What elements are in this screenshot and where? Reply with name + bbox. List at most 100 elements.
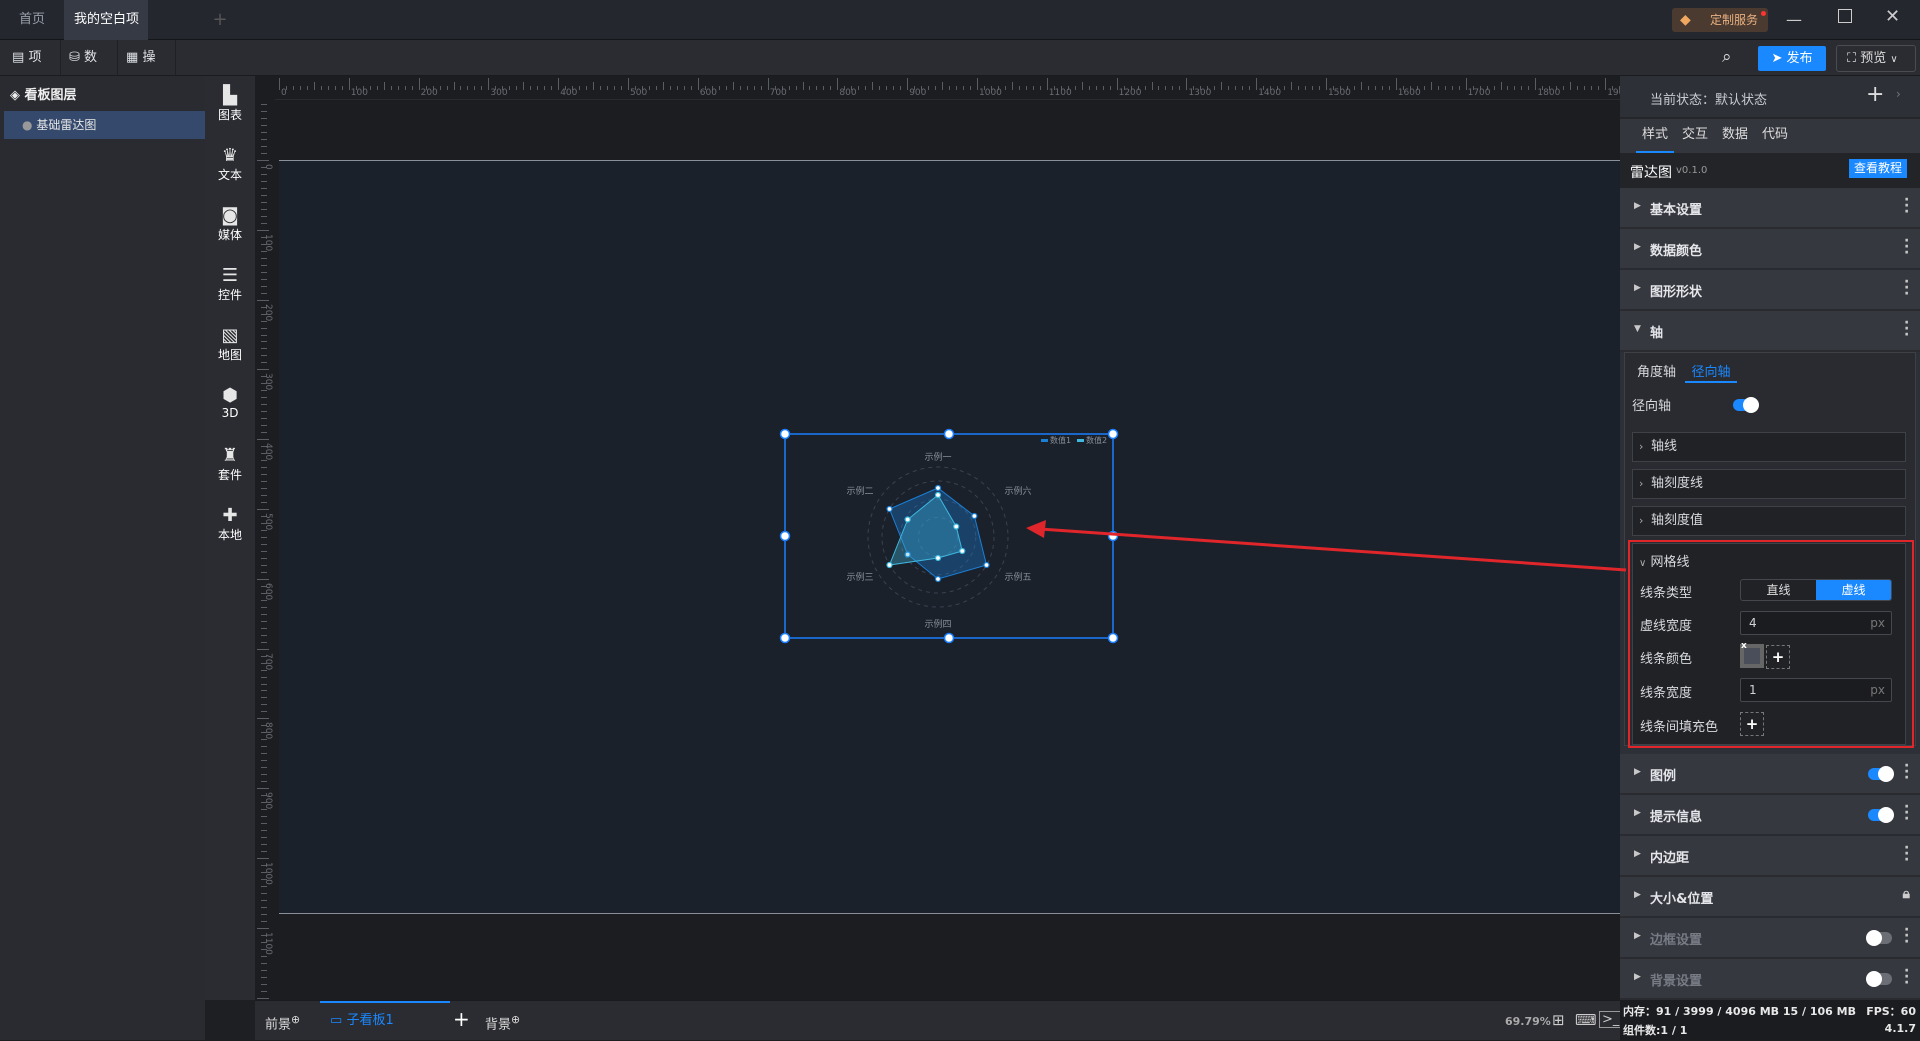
resize-handle[interactable] bbox=[779, 530, 791, 542]
restore-icon[interactable] bbox=[1838, 9, 1852, 23]
resize-handle[interactable] bbox=[779, 428, 791, 440]
board-tab-active[interactable]: ▭ 子看板1 bbox=[320, 1001, 450, 1041]
tab-data[interactable]: 数据 bbox=[1716, 119, 1754, 151]
search-icon[interactable]: ⌕ bbox=[1722, 47, 1732, 67]
section-数据颜色[interactable]: ▶ 数据颜色 · · · bbox=[1620, 229, 1920, 270]
radial-axis-toggle[interactable] bbox=[1733, 397, 1759, 413]
component-bar-chart[interactable]: ▙ 图表 bbox=[205, 86, 255, 123]
component-camera[interactable]: ◙ 媒体 bbox=[205, 206, 255, 243]
add-circle-icon[interactable]: ⊕ bbox=[291, 1013, 300, 1026]
remove-color-icon[interactable]: x bbox=[1741, 641, 1747, 651]
resize-handle[interactable] bbox=[1107, 632, 1119, 644]
more-icon[interactable]: · · · bbox=[1904, 275, 1909, 301]
subsection-轴刻度线[interactable]: › 轴刻度线 bbox=[1632, 469, 1906, 499]
close-icon[interactable]: ✕ bbox=[1885, 6, 1900, 27]
data-point[interactable] bbox=[934, 575, 942, 583]
menu-project[interactable]: ▤ 项目 ∨ bbox=[4, 40, 61, 101]
zoom-level[interactable]: 69.79% bbox=[1505, 1015, 1551, 1028]
publish-button[interactable]: ➤ 发布 bbox=[1758, 46, 1826, 71]
data-point[interactable] bbox=[971, 512, 978, 520]
tab-style[interactable]: 样式 bbox=[1636, 119, 1674, 153]
legend-label[interactable]: 数值1 bbox=[1050, 435, 1071, 445]
more-icon[interactable]: · · · bbox=[1904, 234, 1909, 260]
tab-code[interactable]: 代码 bbox=[1756, 119, 1794, 151]
subsection-轴刻度值[interactable]: › 轴刻度值 bbox=[1632, 506, 1906, 536]
minimize-icon[interactable]: — bbox=[1786, 10, 1802, 29]
section-toggle[interactable] bbox=[1866, 971, 1892, 987]
option-dashed[interactable]: 虚线 bbox=[1816, 580, 1891, 600]
data-point[interactable] bbox=[959, 547, 966, 555]
resize-handle[interactable] bbox=[1107, 428, 1119, 440]
tutorial-button[interactable]: 查看教程 bbox=[1849, 159, 1907, 178]
chevron-right-icon[interactable]: › bbox=[1896, 87, 1901, 101]
console-icon[interactable]: >_ bbox=[1599, 1011, 1623, 1028]
data-point[interactable] bbox=[953, 523, 960, 530]
component-map[interactable]: ▧ 地图 bbox=[205, 326, 255, 363]
section-图形形状[interactable]: ▶ 图形形状 · · · bbox=[1620, 270, 1920, 311]
menu-operate[interactable]: ▦ 操作 ∨ bbox=[118, 40, 176, 101]
add-tab-button[interactable]: + bbox=[205, 0, 235, 40]
tab-home[interactable]: 首页 bbox=[0, 0, 64, 40]
more-icon[interactable]: · · · bbox=[1904, 759, 1909, 785]
section-边框设置[interactable]: ▶ 边框设置 · · · bbox=[1620, 918, 1920, 959]
section-axis[interactable]: ▼ 轴 · · · bbox=[1620, 311, 1920, 352]
legend-label[interactable]: 数值2 bbox=[1086, 435, 1107, 445]
tab-radial-axis[interactable]: 径向轴 bbox=[1685, 361, 1737, 383]
subsection-轴线[interactable]: › 轴线 bbox=[1632, 432, 1906, 462]
add-board-button[interactable]: + bbox=[453, 1007, 470, 1031]
more-icon[interactable]: · · · bbox=[1904, 316, 1909, 342]
data-point[interactable] bbox=[934, 491, 942, 499]
add-circle-icon[interactable]: ⊕ bbox=[511, 1013, 520, 1026]
component-shirt[interactable]: ♜ 套件 bbox=[205, 446, 255, 483]
resize-handle[interactable] bbox=[779, 632, 791, 644]
add-state-button[interactable]: + bbox=[1866, 82, 1884, 107]
section-图例[interactable]: ▶ 图例 · · · bbox=[1620, 754, 1920, 795]
tab-angle-axis[interactable]: 角度轴 bbox=[1637, 361, 1676, 380]
add-fill-color-button[interactable]: + bbox=[1740, 712, 1764, 736]
section-基本设置[interactable]: ▶ 基本设置 · · · bbox=[1620, 188, 1920, 229]
more-icon[interactable]: · · · bbox=[1904, 841, 1909, 867]
dash-width-input[interactable]: 4 px bbox=[1740, 611, 1892, 635]
data-point[interactable] bbox=[886, 505, 893, 513]
tab-my-project[interactable]: 我的空白项目 bbox=[64, 0, 148, 67]
foreground-tab[interactable]: 前景⊕ bbox=[265, 1013, 300, 1032]
data-point[interactable] bbox=[934, 554, 942, 562]
section-toggle[interactable] bbox=[1866, 930, 1892, 946]
section-内边距[interactable]: ▶ 内边距 · · · bbox=[1620, 836, 1920, 877]
resize-handle[interactable] bbox=[943, 428, 955, 440]
radar-chart[interactable]: 示例一示例二示例三示例四 示例五 示例六 数值1 数值2 bbox=[255, 76, 1620, 1000]
section-提示信息[interactable]: ▶ 提示信息 · · · bbox=[1620, 795, 1920, 836]
section-背景设置[interactable]: ▶ 背景设置 · · · bbox=[1620, 959, 1920, 1000]
option-solid[interactable]: 直线 bbox=[1741, 580, 1816, 600]
preview-button[interactable]: ⛶ 预览 ∨ bbox=[1836, 45, 1916, 72]
resize-handle[interactable] bbox=[1107, 530, 1119, 542]
layer-item[interactable]: ● 基础雷达图 bbox=[4, 111, 205, 139]
tab-interaction[interactable]: 交互 bbox=[1676, 119, 1714, 151]
section-大小&位置[interactable]: ▶ 大小&位置 🔒︎ bbox=[1620, 877, 1920, 918]
data-point[interactable] bbox=[886, 561, 893, 569]
component-crown[interactable]: ♛ 文本 bbox=[205, 146, 255, 183]
section-toggle[interactable] bbox=[1868, 766, 1894, 782]
lock-icon[interactable]: 🔒︎ bbox=[1903, 886, 1910, 902]
fit-screen-icon[interactable]: ⊞ bbox=[1552, 1011, 1565, 1029]
background-tab[interactable]: 背景⊕ bbox=[485, 1013, 520, 1032]
more-icon[interactable]: · · · bbox=[1904, 923, 1909, 949]
resize-handle[interactable] bbox=[943, 632, 955, 644]
menu-data[interactable]: ⛁ 数据 ∨ bbox=[61, 40, 118, 101]
data-point[interactable] bbox=[934, 484, 942, 492]
more-icon[interactable]: · · · bbox=[1904, 800, 1909, 826]
line-width-input[interactable]: 1 px bbox=[1740, 678, 1892, 702]
more-icon[interactable]: · · · bbox=[1904, 193, 1909, 219]
component-puzzle[interactable]: ✚ 本地 bbox=[205, 506, 255, 543]
keyboard-icon[interactable]: ⌨ bbox=[1575, 1011, 1597, 1029]
more-icon[interactable]: · · · bbox=[1904, 964, 1909, 990]
section-toggle[interactable] bbox=[1868, 807, 1894, 823]
data-point[interactable] bbox=[904, 516, 911, 523]
line-color-swatch[interactable]: x bbox=[1740, 641, 1764, 668]
grid-line-header[interactable]: ∨ 网格线 bbox=[1639, 551, 1689, 570]
add-color-button[interactable]: + bbox=[1766, 645, 1790, 669]
custom-service-button[interactable]: ◆ 定制服务 bbox=[1672, 8, 1768, 32]
component-list[interactable]: ☰ 控件 bbox=[205, 266, 255, 303]
data-point[interactable] bbox=[983, 561, 990, 569]
component-cube[interactable]: ⬢ 3D bbox=[205, 386, 255, 421]
